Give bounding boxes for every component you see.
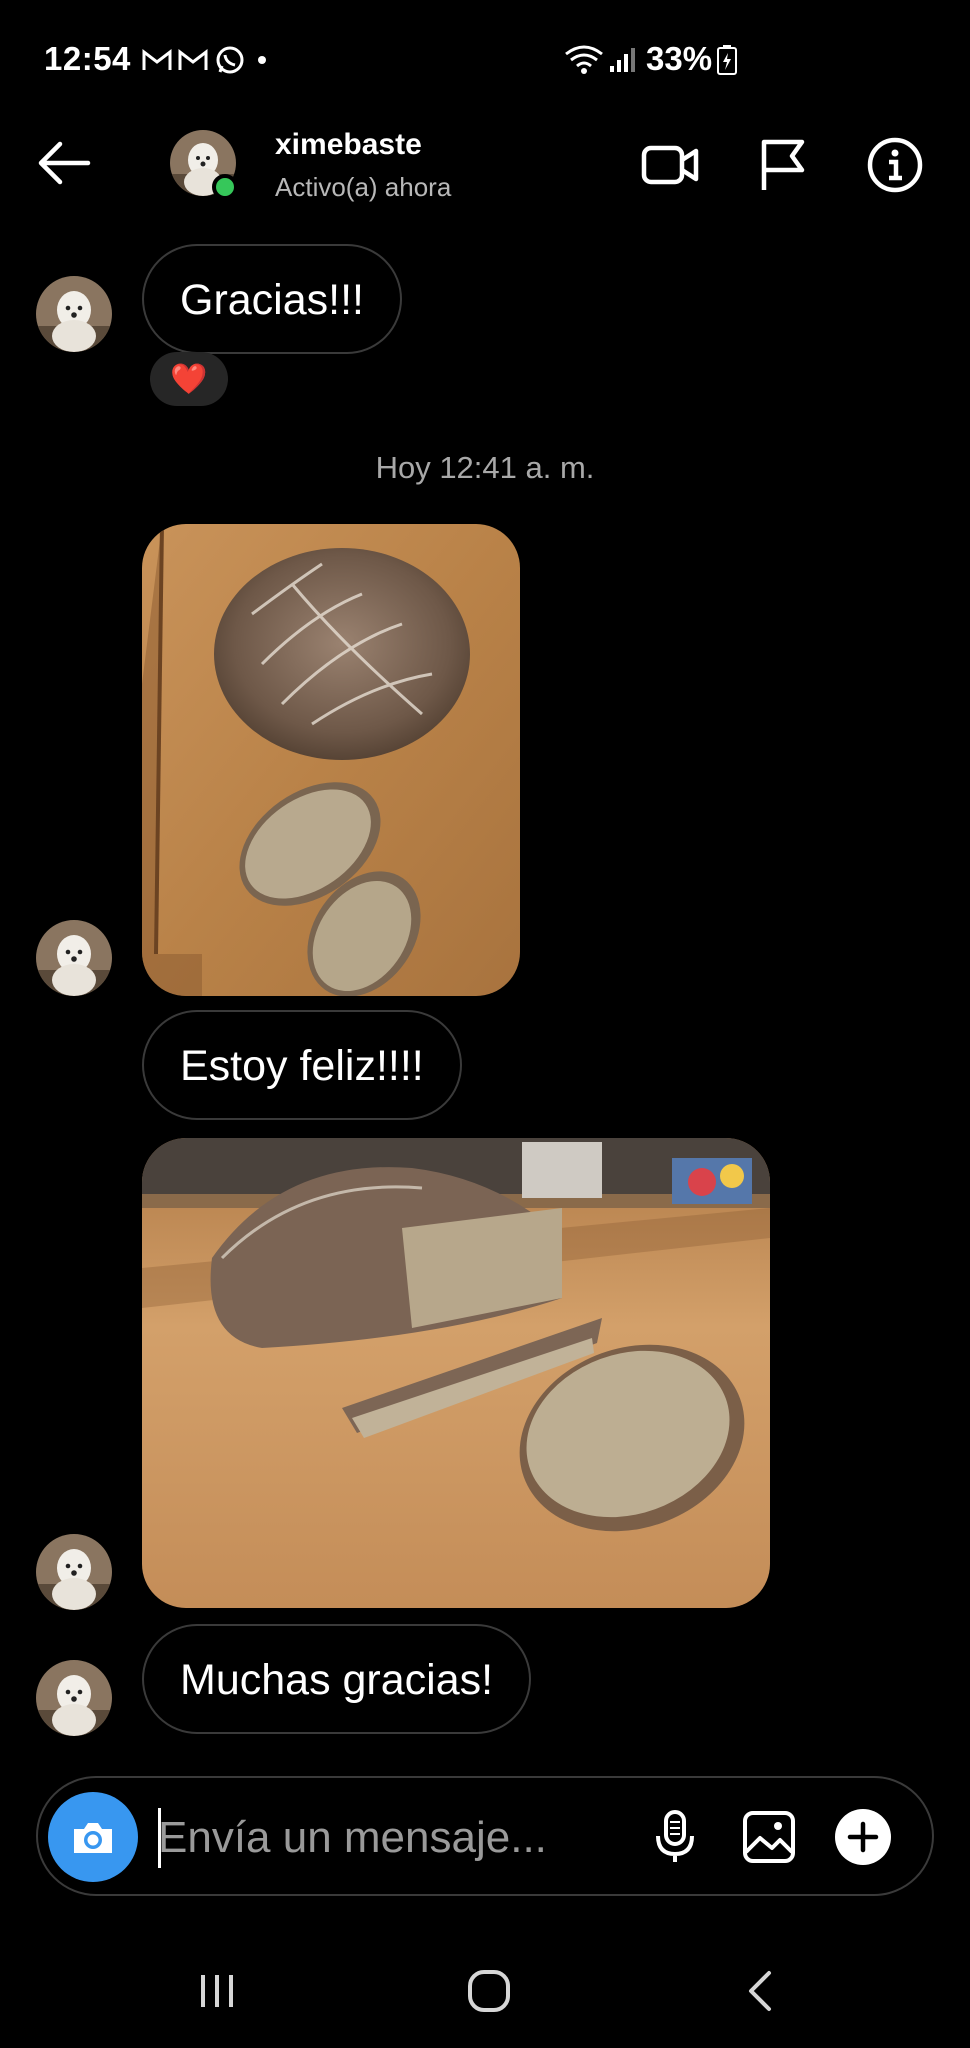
online-status-indicator bbox=[212, 174, 238, 200]
camera-button[interactable] bbox=[48, 1792, 138, 1882]
whatsapp-icon bbox=[216, 46, 244, 74]
notification-icons bbox=[142, 44, 272, 76]
video-call-button[interactable] bbox=[640, 134, 702, 196]
message-input[interactable] bbox=[158, 1808, 598, 1868]
info-button[interactable] bbox=[864, 134, 926, 196]
sender-avatar[interactable] bbox=[36, 920, 112, 996]
message-bubble[interactable]: Muchas gracias! bbox=[142, 1624, 532, 1734]
message-timestamp: Hoy 12:41 a. m. bbox=[375, 450, 595, 485]
recent-apps-button[interactable] bbox=[172, 1958, 262, 2024]
heart-icon: ❤️ bbox=[170, 362, 208, 396]
message-bubble[interactable]: Gracias!!! bbox=[142, 244, 402, 354]
back-nav-icon bbox=[749, 1971, 771, 2011]
microphone-icon bbox=[656, 1810, 694, 1862]
more-options-button[interactable] bbox=[834, 1808, 892, 1866]
activity-status: Activo(a) ahora bbox=[275, 172, 452, 202]
gmail-icon bbox=[142, 48, 172, 70]
image-gallery-icon bbox=[743, 1811, 795, 1863]
battery-charging-icon bbox=[716, 44, 738, 81]
shared-photo-bread-side[interactable] bbox=[142, 1138, 770, 1608]
text-caret bbox=[158, 1808, 161, 1868]
sender-avatar[interactable] bbox=[36, 1534, 112, 1610]
wifi-icon bbox=[562, 42, 606, 79]
report-flag-button[interactable] bbox=[752, 134, 814, 196]
recent-apps-icon bbox=[201, 1975, 233, 2007]
dot-icon bbox=[258, 56, 266, 64]
back-arrow-icon bbox=[38, 141, 91, 185]
info-icon bbox=[867, 137, 923, 193]
back-button[interactable] bbox=[34, 136, 96, 190]
status-time: 12:54 bbox=[44, 40, 131, 77]
chat-username[interactable]: ximebaste bbox=[275, 128, 422, 162]
home-button[interactable] bbox=[444, 1958, 534, 2024]
voice-message-button[interactable] bbox=[646, 1808, 704, 1866]
battery-percent: 33% bbox=[646, 40, 713, 77]
shared-photo-bread-top[interactable] bbox=[142, 524, 520, 996]
message-bubble[interactable]: Estoy feliz!!!! bbox=[142, 1010, 462, 1120]
back-nav-button[interactable] bbox=[716, 1958, 806, 2024]
heart-reaction[interactable]: ❤️ bbox=[150, 352, 228, 406]
flag-icon bbox=[761, 139, 805, 190]
camera-icon bbox=[74, 1823, 112, 1853]
video-call-icon bbox=[641, 145, 699, 185]
sender-avatar[interactable] bbox=[36, 1660, 112, 1736]
sender-avatar[interactable] bbox=[36, 276, 112, 352]
signal-icon bbox=[608, 46, 638, 79]
home-icon bbox=[468, 1970, 510, 2012]
plus-circle-icon bbox=[835, 1809, 891, 1865]
gallery-button[interactable] bbox=[740, 1808, 798, 1866]
gmail-icon bbox=[178, 48, 208, 70]
